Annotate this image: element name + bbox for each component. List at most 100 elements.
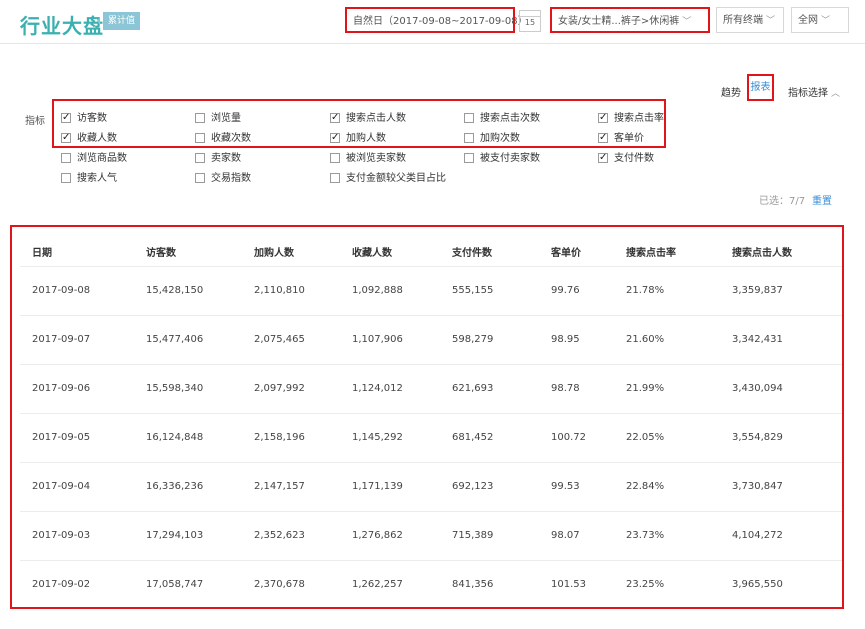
metric-checkbox[interactable]: 浏览量	[195, 112, 241, 126]
table-header-cell[interactable]: 访客数	[146, 244, 176, 259]
table-cell: 2,370,678	[254, 579, 305, 590]
metric-checkbox[interactable]: 访客数	[61, 111, 107, 126]
metric-select-label: 指标选择	[788, 88, 828, 99]
metric-checkbox[interactable]: 搜索点击人数	[330, 111, 406, 126]
metric-checkbox[interactable]: 收藏次数	[195, 132, 251, 146]
checkbox-empty-icon[interactable]	[195, 133, 205, 143]
next-row-partial	[0, 618, 865, 629]
chevron-down-icon: ﹀	[766, 16, 776, 26]
table-cell: 22.84%	[626, 481, 665, 492]
checkbox-empty-icon[interactable]	[464, 113, 474, 123]
table-cell: 101.53	[551, 579, 586, 590]
metric-checkbox-label: 支付金额较父类目占比	[346, 173, 446, 184]
metric-checkbox-label: 交易指数	[211, 173, 251, 184]
terminal-label: 所有终端	[723, 15, 763, 26]
table-cell: 2,075,465	[254, 334, 305, 345]
metric-checkbox[interactable]: 交易指数	[195, 172, 251, 186]
table-header-cell[interactable]: 客单价	[551, 244, 581, 259]
checkbox-checked-icon[interactable]	[598, 131, 608, 145]
checkbox-empty-icon[interactable]	[61, 153, 71, 163]
checkbox-empty-icon[interactable]	[195, 113, 205, 123]
table-header-divider	[20, 266, 842, 267]
metric-checkbox[interactable]: 被支付卖家数	[464, 152, 540, 166]
table-row-divider	[20, 315, 842, 316]
metric-checkbox[interactable]: 搜索点击次数	[464, 112, 540, 126]
metric-checkbox-label: 卖家数	[211, 153, 241, 164]
table-cell: 15,598,340	[146, 383, 204, 394]
metric-checkbox[interactable]: 搜索人气	[61, 172, 117, 186]
table-cell: 2017-09-03	[32, 530, 91, 541]
table-cell: 715,389	[452, 530, 494, 541]
metric-label: 指标	[25, 116, 45, 127]
table-cell: 2017-09-05	[32, 432, 91, 443]
table-cell: 555,155	[452, 285, 494, 296]
date-range-selector[interactable]: 自然日（2017-09-08~2017-09-08）	[345, 7, 528, 33]
table-cell: 21.78%	[626, 285, 665, 296]
checkbox-checked-icon[interactable]	[598, 151, 608, 165]
table-cell: 15,428,150	[146, 285, 204, 296]
table-cell: 2,158,196	[254, 432, 305, 443]
table-cell: 2017-09-04	[32, 481, 91, 492]
date-range-label: 自然日（2017-09-08~2017-09-08）	[353, 16, 528, 27]
table-header-cell[interactable]: 搜索点击率	[626, 244, 676, 259]
table-header-cell[interactable]: 日期	[32, 244, 52, 259]
metric-checkbox-label: 加购次数	[480, 133, 520, 144]
trend-tab[interactable]: 趋势	[721, 84, 741, 99]
metric-checkbox[interactable]: 搜索点击率	[598, 111, 664, 126]
checkbox-empty-icon[interactable]	[464, 153, 474, 163]
metric-checkbox-label: 搜索人气	[77, 173, 117, 184]
checkbox-empty-icon[interactable]	[330, 153, 340, 163]
reset-link[interactable]: 重置	[812, 192, 832, 207]
selected-count: 已选：7/7	[759, 196, 806, 207]
metric-checkbox[interactable]: 加购次数	[464, 132, 520, 146]
checkbox-checked-icon[interactable]	[598, 111, 608, 125]
checkbox-checked-icon[interactable]	[330, 111, 340, 125]
checkbox-empty-icon[interactable]	[61, 173, 71, 183]
metric-checkbox[interactable]: 浏览商品数	[61, 152, 127, 166]
metric-checkbox[interactable]: 收藏人数	[61, 131, 117, 146]
table-cell: 98.07	[551, 530, 580, 541]
report-tab[interactable]: 报表	[747, 74, 774, 101]
checkbox-checked-icon[interactable]	[61, 131, 71, 145]
checkbox-checked-icon[interactable]	[61, 111, 71, 125]
table-header-cell[interactable]: 搜索点击人数	[732, 244, 792, 259]
checkbox-empty-icon[interactable]	[464, 133, 474, 143]
metric-select-toggle[interactable]: 指标选择 ︿	[788, 84, 840, 99]
table-cell: 2,110,810	[254, 285, 305, 296]
checkbox-empty-icon[interactable]	[195, 153, 205, 163]
category-dropdown[interactable]: 女装/女士精...裤子>休闲裤 ﹀	[550, 7, 710, 33]
terminal-dropdown[interactable]: 所有终端 ﹀	[716, 7, 784, 33]
metric-checkbox[interactable]: 加购人数	[330, 131, 386, 146]
metric-checkbox[interactable]: 客单价	[598, 131, 644, 146]
table-cell: 98.95	[551, 334, 580, 345]
table-cell: 692,123	[452, 481, 494, 492]
table-cell: 16,336,236	[146, 481, 204, 492]
table-row-divider	[20, 413, 842, 414]
table-header-cell[interactable]: 加购人数	[254, 244, 294, 259]
calendar-icon[interactable]: 15	[519, 10, 541, 32]
table-header-cell[interactable]: 收藏人数	[352, 244, 392, 259]
table-cell: 2017-09-07	[32, 334, 91, 345]
table-cell: 3,359,837	[732, 285, 783, 296]
table-cell: 1,171,139	[352, 481, 403, 492]
table-cell: 22.05%	[626, 432, 665, 443]
metric-checkbox[interactable]: 被浏览卖家数	[330, 152, 406, 166]
metric-checkbox[interactable]: 支付金额较父类目占比	[330, 172, 446, 186]
table-cell: 16,124,848	[146, 432, 204, 443]
network-dropdown[interactable]: 全网 ﹀	[791, 7, 849, 33]
chevron-down-icon: ﹀	[682, 17, 692, 27]
metric-checkbox-label: 搜索点击次数	[480, 113, 540, 124]
checkbox-checked-icon[interactable]	[330, 131, 340, 145]
metric-checkbox-label: 支付件数	[614, 153, 654, 164]
checkbox-empty-icon[interactable]	[195, 173, 205, 183]
table-cell: 98.78	[551, 383, 580, 394]
metric-checkbox-label: 访客数	[77, 113, 107, 124]
metric-checkbox[interactable]: 支付件数	[598, 151, 654, 166]
network-label: 全网	[798, 15, 818, 26]
checkbox-empty-icon[interactable]	[330, 173, 340, 183]
table-cell: 23.73%	[626, 530, 665, 541]
metric-checkbox-label: 浏览量	[211, 113, 241, 124]
table-row-divider	[20, 364, 842, 365]
table-header-cell[interactable]: 支付件数	[452, 244, 492, 259]
metric-checkbox[interactable]: 卖家数	[195, 152, 241, 166]
